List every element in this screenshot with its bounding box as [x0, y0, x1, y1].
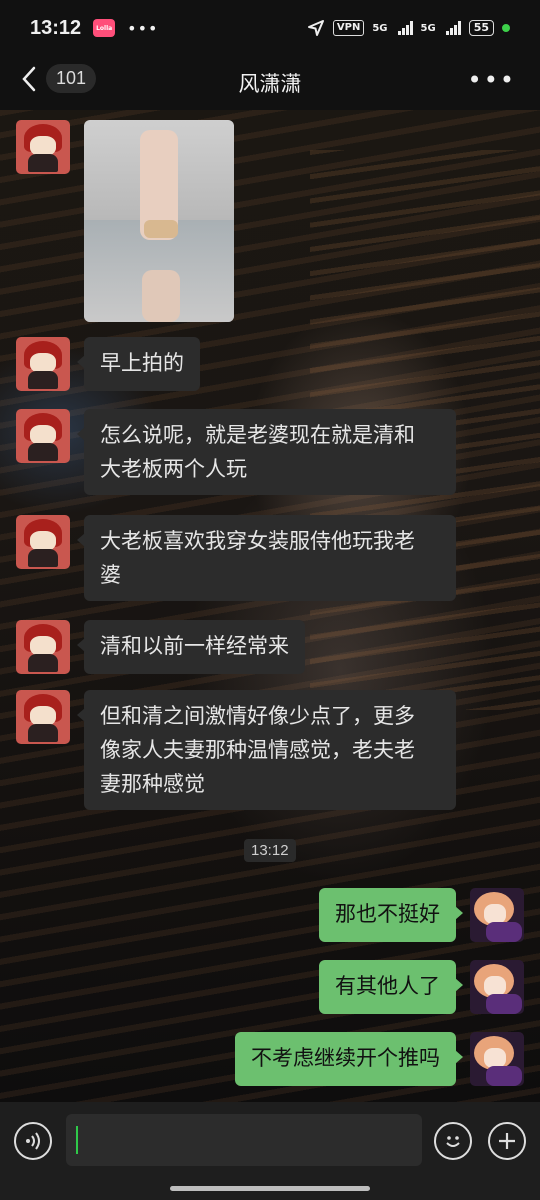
home-indicator[interactable] — [170, 1186, 370, 1191]
smiley-icon — [446, 1136, 460, 1147]
avatar[interactable] — [16, 337, 70, 391]
message-row — [16, 120, 234, 322]
avatar[interactable] — [16, 515, 70, 569]
network-label-2: 5G — [420, 22, 436, 34]
signal-icon — [445, 21, 461, 35]
message-bubble[interactable]: 有其他人了 — [319, 960, 463, 1014]
chat-title: 风潇潇 — [238, 72, 302, 96]
message-bubble[interactable]: 怎么说呢，就是老婆现在就是清和 大老板两个人玩 — [77, 409, 456, 495]
message-row: 但和清之间激情好像少点了，更多 像家人夫妻那种温情感觉，老夫老 妻那种感觉 — [16, 690, 456, 810]
more-options-icon[interactable]: ••• — [468, 68, 516, 92]
message-input[interactable] — [66, 1114, 422, 1166]
message-bubble[interactable]: 大老板喜欢我穿女装服侍他玩我老 婆 — [77, 515, 456, 601]
message-row: 怎么说呢，就是老婆现在就是清和 大老板两个人玩 — [16, 409, 456, 495]
message-bubble[interactable]: 但和清之间激情好像少点了，更多 像家人夫妻那种温情感觉，老夫老 妻那种感觉 — [77, 690, 456, 810]
avatar[interactable] — [16, 409, 70, 463]
voice-icon — [26, 1132, 40, 1150]
message-row: 那也不挺好 — [319, 888, 524, 942]
voice-button[interactable] — [14, 1122, 52, 1160]
privacy-indicator-icon — [502, 24, 510, 32]
message-bubble[interactable]: 清和以前一样经常来 — [77, 620, 305, 674]
text-cursor — [76, 1126, 78, 1154]
plus-icon — [499, 1133, 515, 1149]
avatar[interactable] — [16, 620, 70, 674]
avatar[interactable] — [470, 1032, 524, 1086]
status-bar: 13:12 Lolla ••• VPN 5G 5G 55 — [0, 0, 540, 56]
message-bubble[interactable]: 那也不挺好 — [319, 888, 463, 942]
message-row: 早上拍的 — [16, 337, 200, 391]
battery-icon: 55 — [468, 20, 494, 36]
avatar[interactable] — [470, 960, 524, 1014]
message-timestamp: 13:12 — [244, 839, 296, 862]
message-row: 不考虑继续开个推吗 — [235, 1032, 524, 1086]
avatar[interactable] — [470, 888, 524, 942]
message-row: 大老板喜欢我穿女装服侍他玩我老 婆 — [16, 515, 456, 601]
message-bubble[interactable]: 不考虑继续开个推吗 — [235, 1032, 463, 1086]
network-label-1: 5G — [372, 22, 388, 34]
app-notification-icon: Lolla — [93, 19, 116, 37]
status-time: 13:12 — [30, 16, 82, 39]
message-image[interactable] — [84, 120, 234, 322]
avatar[interactable] — [16, 120, 70, 174]
message-row: 清和以前一样经常来 — [16, 620, 305, 674]
add-attachment-button[interactable] — [488, 1122, 526, 1160]
message-bubble[interactable]: 早上拍的 — [77, 337, 200, 391]
vpn-icon: VPN — [332, 20, 365, 36]
more-notifications-icon: ••• — [127, 18, 159, 38]
location-icon — [307, 20, 324, 36]
signal-icon — [397, 21, 413, 35]
chat-header: 101 风潇潇 ••• — [0, 56, 540, 110]
message-row: 有其他人了 — [319, 960, 524, 1014]
avatar[interactable] — [16, 690, 70, 744]
emoji-button[interactable] — [434, 1122, 472, 1160]
